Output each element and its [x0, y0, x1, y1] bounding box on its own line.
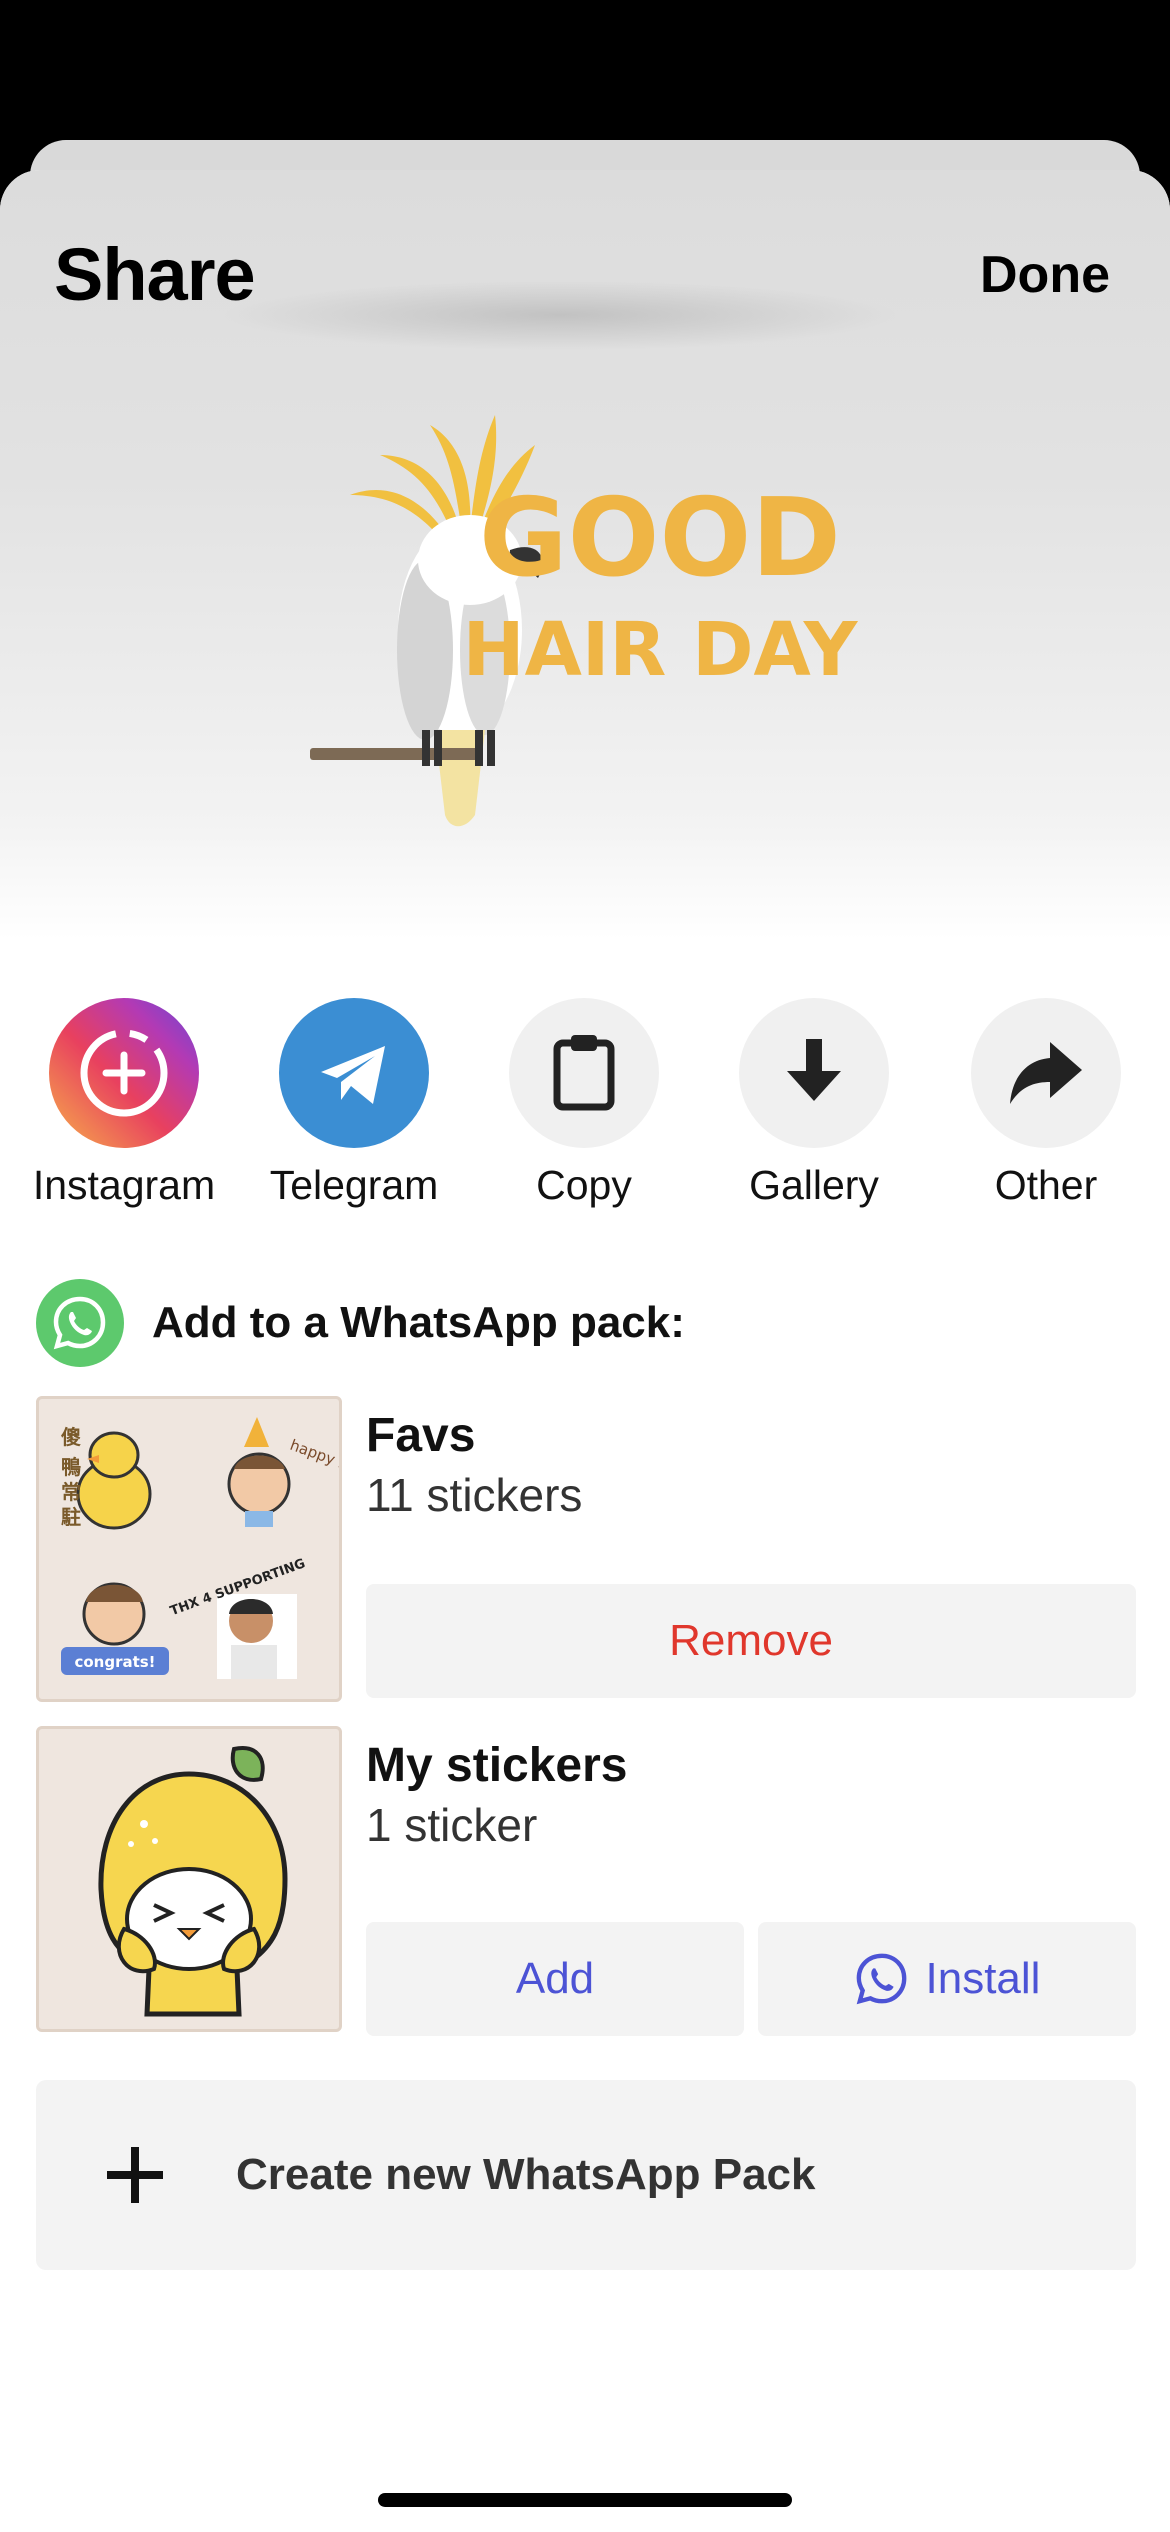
sticker-text-hair-day: HAIR DAY: [463, 607, 859, 693]
done-button[interactable]: Done: [980, 245, 1110, 305]
share-target-other[interactable]: Other: [936, 998, 1156, 1209]
pack-favs: 傻鴨常駐 happy birth-day! congrats! THX 4 SU…: [36, 1396, 1136, 1702]
home-indicator: [378, 2493, 792, 2507]
telegram-icon: [279, 998, 429, 1148]
instagram-label: Instagram: [32, 1162, 216, 1208]
share-target-gallery[interactable]: Gallery: [704, 998, 924, 1209]
pack-name: Favs: [366, 1409, 476, 1462]
share-sheet: Share Done GOOD HAIR DAY Instagram Teleg…: [0, 170, 1170, 2532]
sticker-preview: Share Done GOOD HAIR DAY: [0, 170, 1170, 940]
svg-text:鴨: 鴨: [61, 1455, 81, 1479]
pack-count: 11 stickers: [366, 1469, 583, 1521]
install-button[interactable]: Install: [758, 1922, 1136, 2036]
pack-count: 1 sticker: [366, 1799, 538, 1851]
create-pack-label: Create new WhatsApp Pack: [236, 2150, 816, 2199]
svg-text:常: 常: [61, 1480, 81, 1504]
whatsapp-icon: [856, 1953, 906, 2005]
pack-my-stickers-thumbnail: [36, 1726, 342, 2032]
thumb-happy-birthday-text: happy birth-day!: [288, 1436, 339, 1496]
gallery-label: Gallery: [749, 1162, 879, 1208]
remove-button[interactable]: Remove: [366, 1584, 1136, 1698]
share-arrow-icon: [971, 998, 1121, 1148]
clipboard-icon: [509, 998, 659, 1148]
install-label: Install: [925, 1954, 1041, 2003]
share-targets-row: Instagram Telegram Copy Gallery Other: [0, 998, 1170, 1218]
pack-my-stickers: My stickers 1 sticker Add Install: [36, 1726, 1136, 2036]
copy-label: Copy: [536, 1162, 632, 1208]
thumb-congrats-text: congrats!: [74, 1653, 155, 1671]
pack-name: My stickers: [366, 1739, 628, 1792]
share-target-instagram[interactable]: Instagram: [14, 998, 234, 1209]
plus-icon: [100, 2130, 170, 2220]
create-new-pack-button[interactable]: Create new WhatsApp Pack: [36, 2080, 1136, 2270]
pack-favs-thumbnail: 傻鴨常駐 happy birth-day! congrats! THX 4 SU…: [36, 1396, 342, 1702]
cockatoo-sticker-image: GOOD HAIR DAY: [310, 415, 859, 827]
sticker-text-good: GOOD: [479, 476, 841, 601]
whatsapp-section-title: Add to a WhatsApp pack:: [152, 1298, 685, 1347]
add-button[interactable]: Add: [366, 1922, 744, 2036]
instagram-story-icon: [49, 998, 199, 1148]
preview-shadow: [220, 280, 900, 350]
download-arrow-icon: [739, 998, 889, 1148]
telegram-label: Telegram: [269, 1162, 439, 1208]
page-title: Share: [54, 233, 256, 316]
svg-text:駐: 駐: [61, 1505, 81, 1529]
share-target-copy[interactable]: Copy: [474, 998, 694, 1209]
other-label: Other: [994, 1162, 1098, 1208]
share-target-telegram[interactable]: Telegram: [244, 998, 464, 1209]
whatsapp-icon: [36, 1279, 124, 1367]
whatsapp-section-header: Add to a WhatsApp pack:: [36, 1278, 685, 1368]
svg-text:傻: 傻: [61, 1425, 81, 1449]
